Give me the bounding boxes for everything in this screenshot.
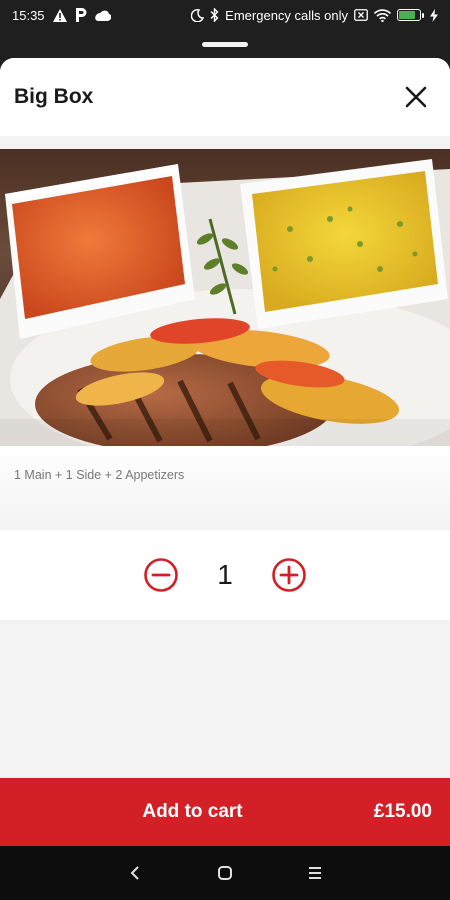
network-status-text: Emergency calls only: [225, 7, 348, 23]
product-image: [0, 149, 450, 446]
decrease-quantity-button[interactable]: [142, 556, 180, 594]
charging-icon: [430, 8, 438, 22]
battery-icon: [397, 9, 424, 21]
status-left: 15:35: [12, 8, 111, 23]
description-panel: 1 Main + 1 Side + 2 Appetizers: [0, 446, 450, 520]
product-title: Big Box: [14, 85, 94, 108]
nav-back-button[interactable]: [90, 846, 180, 900]
product-sheet: Big Box 1 Main + 1 Side + 2 Appetizers 1: [0, 58, 450, 848]
bluetooth-icon: [210, 8, 219, 22]
quantity-value: 1: [217, 559, 233, 590]
status-time: 15:35: [12, 7, 45, 23]
moon-icon: [191, 8, 205, 22]
back-icon: [130, 866, 139, 880]
status-bar: 15:35 Emergency calls only: [0, 0, 450, 30]
home-icon: [218, 866, 232, 880]
add-to-cart-label: Add to cart: [142, 801, 243, 822]
sheet-drag-handle[interactable]: [202, 42, 248, 47]
wifi-icon: [374, 8, 391, 22]
cart-price: £15.00: [373, 801, 432, 822]
nav-home-button[interactable]: [180, 846, 270, 900]
status-right: Emergency calls only: [191, 8, 438, 23]
close-button[interactable]: [396, 77, 436, 117]
product-description: 1 Main + 1 Side + 2 Appetizers: [14, 468, 185, 482]
minus-circle-icon: [144, 558, 178, 592]
nav-menu-button[interactable]: [270, 846, 360, 900]
alert-icon: [52, 8, 67, 22]
close-icon: [405, 86, 427, 108]
quantity-stepper: 1: [0, 530, 450, 620]
add-to-cart-button[interactable]: Add to cart £15.00: [0, 778, 450, 846]
sim-icon: [354, 9, 368, 21]
cloud-icon: [94, 9, 111, 21]
menu-icon: [309, 867, 321, 879]
increase-quantity-button[interactable]: [270, 556, 308, 594]
sheet-header: Big Box: [0, 58, 450, 136]
system-nav-bar: [0, 846, 450, 900]
plus-circle-icon: [272, 558, 306, 592]
parking-icon: [75, 8, 87, 22]
